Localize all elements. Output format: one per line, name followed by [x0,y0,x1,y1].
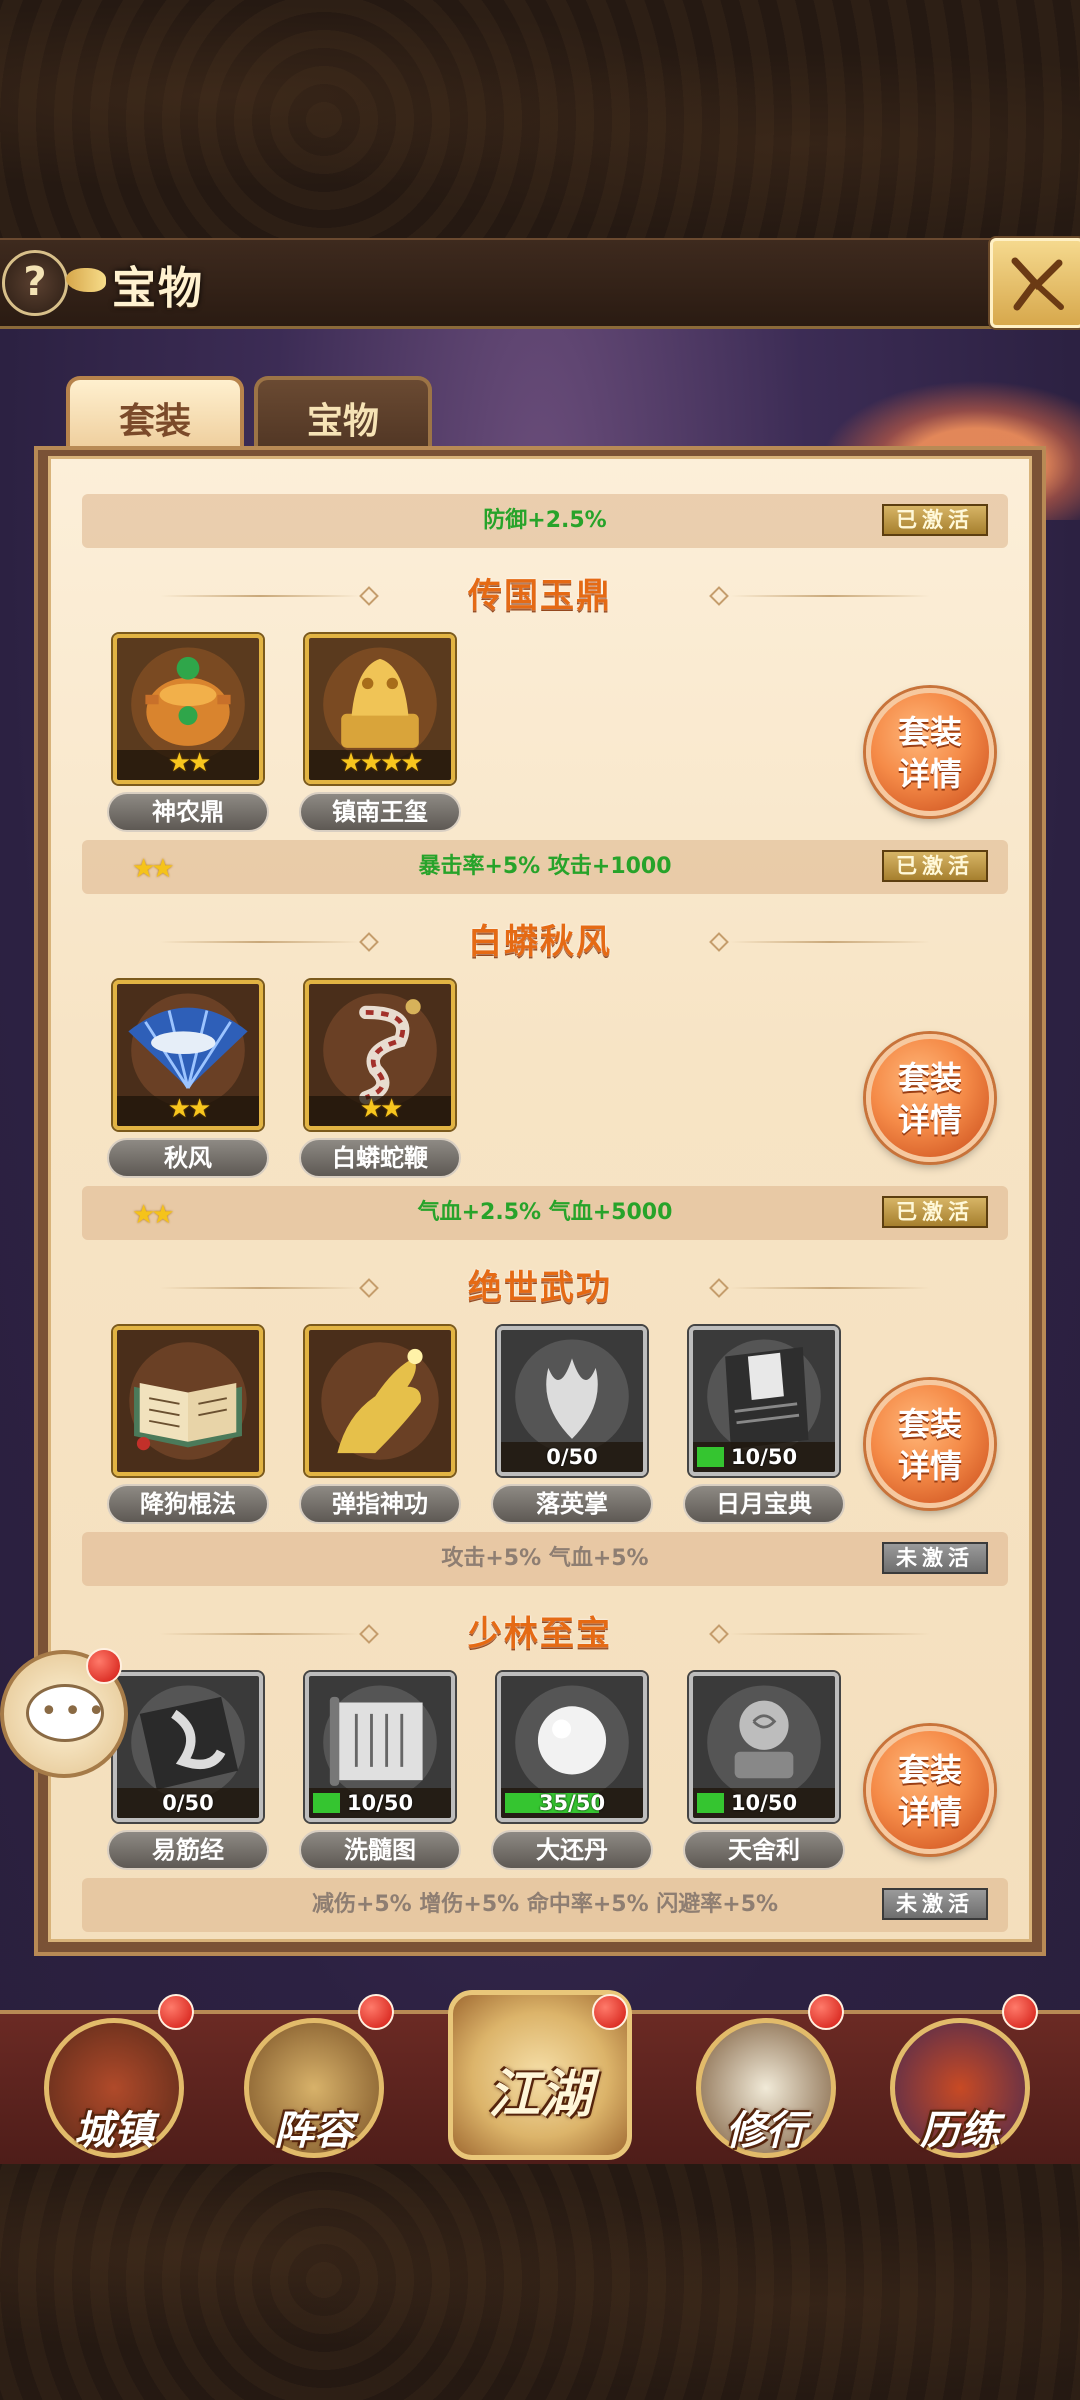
item-progress: 35/50 [505,1790,639,1816]
nav-town-label: 城镇 [74,2108,154,2154]
status-badge: 未激活 [882,1542,988,1574]
item-heavenly-relic[interactable]: 10/50 [689,1672,839,1822]
item-stars: ★★ [359,1094,404,1124]
status-badge: 未激活 [882,1888,988,1920]
item-progress: 10/50 [313,1790,447,1816]
cloud-ornament-icon [66,268,106,292]
item-progress: 10/50 [697,1444,831,1470]
book-icon [117,1330,259,1472]
set-effect-text: 攻击+5% 气血+5% [441,1546,649,1571]
set-title: 绝世武功 [468,1268,612,1308]
top-background [0,0,1080,240]
item-falling-blossom-palm[interactable]: 0/50 [497,1326,647,1476]
suit-detail-button[interactable]: 套装 详情 [866,688,994,816]
page-title: 宝物 [112,263,204,314]
item-stars: ★★★★ [339,748,423,778]
set-title: 少林至宝 [468,1614,612,1654]
status-badge: 已激活 [882,850,988,882]
suit-detail-button[interactable]: 套装 详情 [866,1380,994,1508]
item-name: 易筋经 [107,1830,269,1870]
set-effect-bar: 防御+2.5% 已激活 [82,494,1008,548]
item-white-python-whip[interactable]: ★★ [305,980,455,1130]
item-great-return-pill[interactable]: 35/50 [497,1672,647,1822]
item-name: 神农鼎 [107,792,269,832]
set-effect-bar: 攻击+5% 气血+5% 未激活 [82,1532,1008,1586]
suit-detail-button[interactable]: 套装 详情 [866,1034,994,1162]
help-button[interactable]: ? [2,250,68,316]
item-sun-moon-scripture[interactable]: 10/50 [689,1326,839,1476]
set-effect-text: 防御+2.5% [483,508,607,533]
status-badge: 已激活 [882,1196,988,1228]
golden-hand-icon [309,1330,451,1472]
notification-dot [808,1994,844,2030]
item-progress: 10/50 [697,1790,831,1816]
bottom-background [0,2160,1080,2400]
set-title: 白蟒秋风 [468,922,612,962]
item-name: 落英掌 [491,1484,653,1524]
item-name: 大还丹 [491,1830,653,1870]
item-name: 镇南王玺 [299,792,461,832]
item-name: 降狗棍法 [107,1484,269,1524]
item-marrow-washing-chart[interactable]: 10/50 [305,1672,455,1822]
item-stars: ★★ [167,748,212,778]
item-finger-flick-skill[interactable] [305,1326,455,1476]
notification-dot [158,1994,194,2030]
set-title: 传国玉鼎 [468,576,612,616]
item-stars: ★★ [167,1094,212,1124]
item-progress: 0/50 [162,1791,214,1815]
notification-dot [358,1994,394,2030]
suit-detail-button[interactable]: 套装 详情 [866,1726,994,1854]
close-button[interactable] [990,238,1080,328]
nav-experience-label: 历练 [920,2108,1000,2154]
set-effect-text: 气血+2.5% 气血+5000 [417,1200,673,1225]
item-name: 白蟒蛇鞭 [299,1138,461,1178]
set-effect-text: 暴击率+5% 攻击+1000 [418,854,672,879]
item-autumn-wind-fan[interactable]: ★★ [113,980,263,1130]
set-effect-bar: ★★ 气血+2.5% 气血+5000 已激活 [82,1186,1008,1240]
notification-dot [592,1994,628,2030]
nav-lineup-label: 阵容 [274,2108,354,2154]
item-name: 洗髓图 [299,1830,461,1870]
set-effect-text: 减伤+5% 增伤+5% 命中率+5% 闪避率+5% [311,1892,779,1917]
item-name: 弹指神功 [299,1484,461,1524]
nav-jianghu-label: 江湖 [487,2065,592,2125]
notification-dot [1002,1994,1038,2030]
set-effect-bar: ★★ 暴击率+5% 攻击+1000 已激活 [82,840,1008,894]
item-name: 秋风 [107,1138,269,1178]
set-effect-bar: 减伤+5% 增伤+5% 命中率+5% 闪避率+5% 未激活 [82,1878,1008,1932]
item-progress: 0/50 [546,1445,598,1469]
item-name: 日月宝典 [683,1484,845,1524]
nav-training-label: 修行 [726,2108,806,2154]
item-tendon-changing-classic[interactable]: 0/50 [113,1672,263,1822]
item-zhennan-seal[interactable]: ★★★★ [305,634,455,784]
item-dog-beating-staff-manual[interactable] [113,1326,263,1476]
item-name: 天舍利 [683,1830,845,1870]
item-shennong-cauldron[interactable]: ★★ [113,634,263,784]
notification-dot [86,1648,122,1684]
status-badge: 已激活 [882,504,988,536]
close-icon [1011,257,1064,311]
